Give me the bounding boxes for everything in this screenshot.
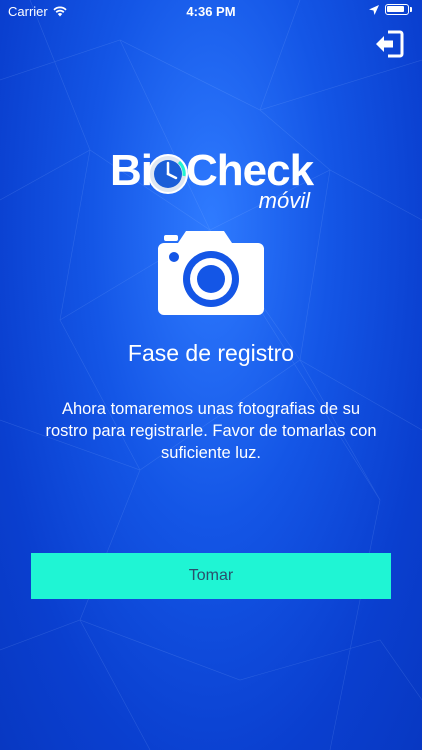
camera-icon [158,231,264,315]
take-photo-button[interactable]: Tomar [31,553,391,599]
logo-subtitle: móvil [258,188,310,213]
clock-face-logo-icon [148,154,188,194]
location-arrow-icon [369,4,379,15]
page-title: Fase de registro [127,340,295,366]
exit-door-arrow-icon [376,30,404,58]
logout-button[interactable] [374,30,404,58]
battery-tip [410,7,412,12]
status-bar: Carrier 4:36 PM [0,0,422,22]
instructions-text: Ahora tomaremos unas fotografias de su r… [45,400,377,462]
background-pattern [0,0,422,750]
status-right-group [369,4,412,15]
biocheck-logo: Bi Check móvil [106,140,316,218]
battery-icon [385,4,409,15]
status-time: 4:36 PM [186,4,236,19]
